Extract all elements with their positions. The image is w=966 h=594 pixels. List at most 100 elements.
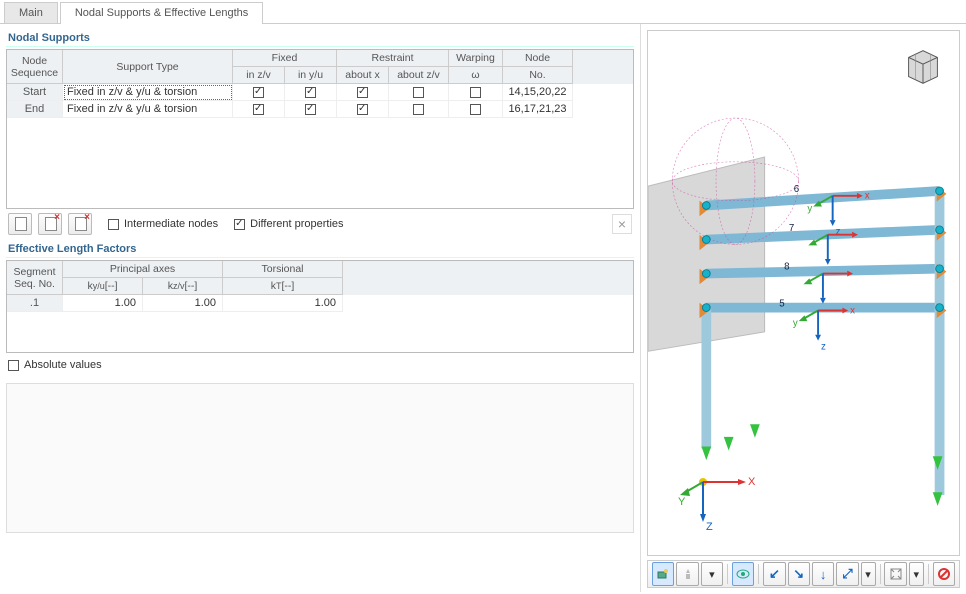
cancel-button[interactable] (933, 562, 955, 586)
svg-text:7: 7 (789, 223, 794, 234)
svg-text:5: 5 (779, 299, 784, 310)
col-kzv: kz/v [--] (143, 278, 223, 295)
svg-text:Y: Y (678, 496, 686, 508)
view-iso-button[interactable]: ⤢ (836, 562, 858, 586)
col-principal: Principal axes (63, 261, 223, 278)
cell-inzv[interactable] (233, 101, 285, 118)
svg-text:x: x (850, 305, 855, 316)
checkbox-icon (305, 87, 316, 98)
svg-text:6: 6 (794, 184, 799, 195)
cell-aboutzv[interactable] (389, 84, 449, 101)
col-restraint: Restraint (337, 50, 449, 67)
checkbox-icon (357, 104, 368, 115)
svg-text:z: z (821, 341, 826, 352)
intermediate-nodes-checkbox[interactable]: Intermediate nodes (108, 218, 218, 230)
col-warping: Warping (449, 50, 503, 67)
effective-length-title: Effective Length Factors (6, 239, 634, 258)
checkbox-icon (253, 104, 264, 115)
checkbox-icon (413, 87, 424, 98)
svg-text:y: y (793, 318, 798, 329)
table-row[interactable]: .1 1.00 1.00 1.00 (7, 295, 633, 312)
cell-omega[interactable] (449, 101, 503, 118)
cell-aboutx[interactable] (337, 101, 389, 118)
absolute-values-checkbox[interactable]: Absolute values (6, 353, 634, 375)
view-z-button[interactable]: ↓ (812, 562, 834, 586)
col-node-no-top: Node (503, 50, 573, 67)
print-button[interactable]: ▾ (701, 562, 723, 586)
nodal-supports-title: Nodal Supports (6, 28, 634, 47)
view-dropdown-button[interactable]: ▾ (861, 562, 876, 586)
svg-text:Z: Z (706, 521, 713, 532)
tab-main[interactable]: Main (4, 2, 58, 23)
view-render-button[interactable] (676, 562, 698, 586)
effective-length-table: Segment Seq. No. Principal axes Torsiona… (6, 260, 634, 353)
close-button[interactable]: × (612, 214, 632, 234)
checkbox-icon (8, 360, 19, 371)
delete-all-button[interactable] (68, 213, 92, 235)
cell-support-type[interactable]: Fixed in z/v & y/u & torsion (63, 101, 233, 118)
separator (880, 564, 881, 584)
cell-omega[interactable] (449, 84, 503, 101)
info-panel (6, 383, 634, 533)
different-properties-checkbox[interactable]: Different properties (234, 218, 343, 230)
cell-seq: End (7, 101, 63, 118)
cell-seq: Start (7, 84, 63, 101)
cell-inyu[interactable] (285, 84, 337, 101)
cell-aboutx[interactable] (337, 84, 389, 101)
cell-support-type[interactable]: Fixed in z/v & y/u & torsion (63, 84, 233, 101)
cell-kt[interactable]: 1.00 (223, 295, 343, 312)
col-kyu: ky/u [--] (63, 278, 143, 295)
svg-text:y: y (807, 203, 812, 214)
separator (758, 564, 759, 584)
cell-inyu[interactable] (285, 101, 337, 118)
table-row[interactable]: Start Fixed in z/v & y/u & torsion 14,15… (7, 84, 633, 101)
intermediate-nodes-label: Intermediate nodes (124, 218, 218, 230)
col-torsional: Torsional (223, 261, 343, 278)
axes-triad: X Y Z (678, 452, 758, 535)
delete-row-button[interactable] (38, 213, 62, 235)
col-in-yu: in y/u (285, 67, 337, 84)
absolute-values-label: Absolute values (24, 359, 102, 371)
different-properties-label: Different properties (250, 218, 343, 230)
viewport-3d[interactable]: x y z 6 7 (647, 30, 960, 556)
col-in-zv: in z/v (233, 67, 285, 84)
tab-main-label: Main (19, 7, 43, 19)
cell-kyu[interactable]: 1.00 (63, 295, 143, 312)
table-row[interactable]: End Fixed in z/v & y/u & torsion 16,17,2… (7, 101, 633, 118)
table-empty-area (7, 118, 633, 208)
col-node-sequence: Node Sequence (7, 50, 63, 84)
view-camera-button[interactable] (652, 562, 674, 586)
col-segment: Segment Seq. No. (7, 261, 63, 295)
fit-button[interactable] (884, 562, 906, 586)
fit-dropdown-button[interactable]: ▾ (909, 562, 924, 586)
col-about-x: about x (337, 67, 389, 84)
tab-nodal-label: Nodal Supports & Effective Lengths (75, 7, 248, 19)
checkbox-icon (470, 104, 481, 115)
table-empty-area (7, 312, 633, 352)
col-node-no-bot: No. (503, 67, 573, 84)
checkbox-icon (413, 104, 424, 115)
cell-aboutzv[interactable] (389, 101, 449, 118)
cell-inzv[interactable] (233, 84, 285, 101)
cell-nodeno: 16,17,21,23 (503, 101, 573, 118)
checkbox-icon (305, 104, 316, 115)
checkbox-icon (253, 87, 264, 98)
cell-seg: .1 (7, 295, 63, 312)
copy-button[interactable] (8, 213, 32, 235)
cell-kzv[interactable]: 1.00 (143, 295, 223, 312)
viewport-toolbar: ▾ ↙ ↘ ↓ ⤢ ▾ ▾ (647, 560, 960, 588)
show-hide-button[interactable] (732, 562, 754, 586)
nodal-supports-table: Node Sequence Support Type Fixed Restrai… (6, 49, 634, 209)
view-y-button[interactable]: ↘ (788, 562, 810, 586)
col-omega: ω (449, 67, 503, 84)
col-fixed: Fixed (233, 50, 337, 67)
svg-text:8: 8 (784, 262, 789, 273)
tab-nodal[interactable]: Nodal Supports & Effective Lengths (60, 2, 263, 23)
checkbox-icon (470, 87, 481, 98)
view-x-button[interactable]: ↙ (763, 562, 785, 586)
checkbox-icon (234, 219, 245, 230)
separator (727, 564, 728, 584)
col-support-type: Support Type (63, 50, 233, 84)
col-kt: kT [--] (223, 278, 343, 295)
cell-nodeno: 14,15,20,22 (503, 84, 573, 101)
